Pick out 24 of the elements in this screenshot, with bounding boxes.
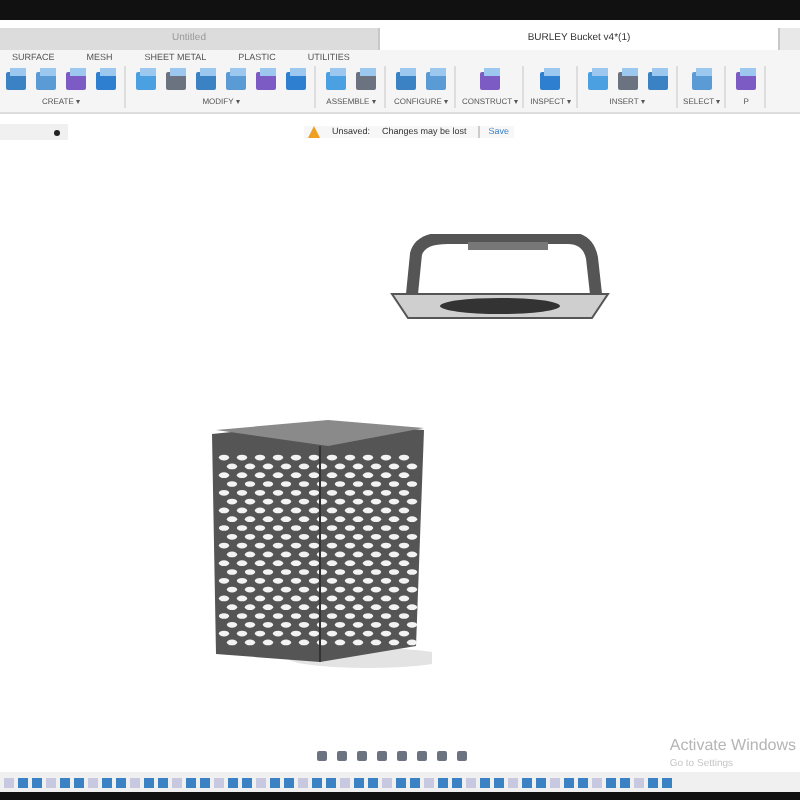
tool-icon[interactable] — [162, 66, 190, 94]
tool-icon[interactable] — [2, 66, 30, 94]
tool-icon[interactable] — [643, 66, 672, 94]
activate-title: Activate Windows — [669, 734, 796, 758]
tool-icon[interactable] — [132, 66, 160, 94]
tool-icon[interactable] — [732, 66, 761, 94]
tool-icon[interactable] — [92, 66, 120, 94]
tool-icon[interactable] — [476, 66, 505, 94]
tool-icon[interactable] — [282, 66, 310, 94]
warning-icon — [308, 126, 320, 138]
tool-icon[interactable] — [352, 66, 380, 94]
tool-icon[interactable] — [222, 66, 250, 94]
tool-icon[interactable] — [392, 66, 420, 94]
tool-icon[interactable] — [192, 66, 220, 94]
tool-icon[interactable] — [252, 66, 280, 94]
tool-icon[interactable] — [422, 66, 450, 94]
tool-icon[interactable] — [322, 66, 350, 94]
tool-icon[interactable] — [687, 66, 716, 94]
browser-field[interactable] — [0, 124, 68, 140]
tool-icon[interactable] — [62, 66, 90, 94]
tool-icon[interactable] — [536, 66, 565, 94]
tool-icon[interactable] — [32, 66, 60, 94]
tool-icon[interactable] — [583, 66, 612, 94]
tool-icon[interactable] — [613, 66, 642, 94]
